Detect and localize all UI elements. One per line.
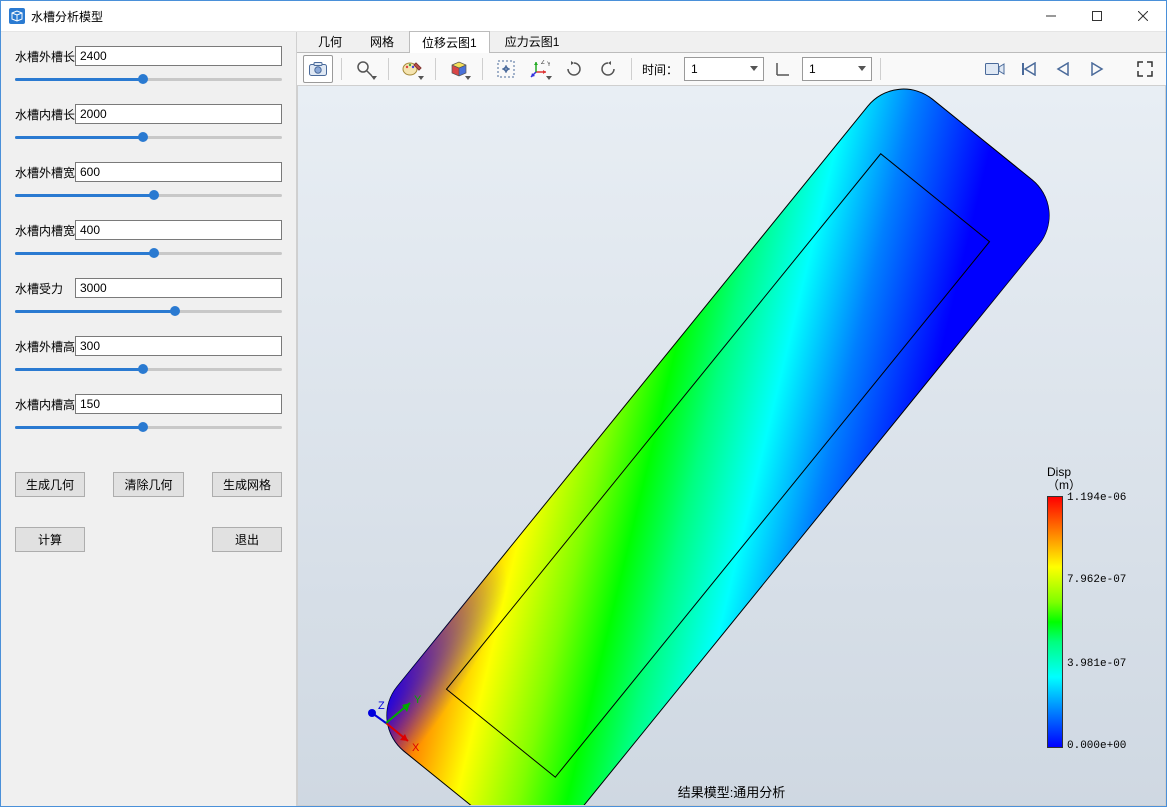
minimize-button[interactable] <box>1028 1 1074 31</box>
param-label: 水槽外槽长 <box>15 48 75 65</box>
generate-mesh-button[interactable]: 生成网格 <box>212 472 282 497</box>
legend-title: Disp （m） <box>1047 466 1147 492</box>
param-slider[interactable] <box>15 246 282 260</box>
titlebar: 水槽分析模型 <box>1 1 1166 32</box>
param-input[interactable] <box>75 336 282 356</box>
color-cube-icon[interactable] <box>444 55 474 83</box>
parameter-panel: 水槽外槽长水槽内槽长水槽外槽宽水槽内槽宽水槽受力水槽外槽高水槽内槽高 生成几何 … <box>1 32 297 806</box>
param-slider[interactable] <box>15 420 282 434</box>
color-legend: Disp （m） 1.194e-06 7.962e-07 3.981e-07 0… <box>1047 466 1147 748</box>
param-input[interactable] <box>75 162 282 182</box>
param-input[interactable] <box>75 278 282 298</box>
param-slider[interactable] <box>15 304 282 318</box>
generate-geometry-button[interactable]: 生成几何 <box>15 472 85 497</box>
legend-tick: 1.194e-06 <box>1067 492 1126 504</box>
maximize-button[interactable] <box>1074 1 1120 31</box>
viewport-caption: 结果模型:通用分析 <box>298 782 1165 801</box>
legend-colorbar <box>1047 496 1063 748</box>
3d-viewport[interactable]: X Y Z Disp （m） 1.194e-06 7.962e-07 <box>297 86 1166 806</box>
exit-button[interactable]: 退出 <box>212 527 282 552</box>
app-window: 水槽分析模型 水槽外槽长水槽内槽长水槽外槽宽水槽内槽宽水槽受力水槽外槽高水槽内槽… <box>0 0 1167 807</box>
close-button[interactable] <box>1120 1 1166 31</box>
param-label: 水槽内槽高 <box>15 396 75 413</box>
param-input[interactable] <box>75 104 282 124</box>
param-slider[interactable] <box>15 188 282 202</box>
param-group: 水槽外槽高 <box>15 336 282 376</box>
step-back-icon[interactable] <box>1048 55 1078 83</box>
rotate-ccw-icon[interactable] <box>593 55 623 83</box>
tab[interactable]: 位移云图1 <box>409 31 490 53</box>
param-group: 水槽内槽长 <box>15 104 282 144</box>
svg-text:Y: Y <box>414 694 422 706</box>
svg-text:Z: Z <box>378 700 385 712</box>
param-label: 水槽内槽长 <box>15 106 75 123</box>
param-slider[interactable] <box>15 72 282 86</box>
play-icon[interactable] <box>1082 55 1112 83</box>
legend-tick: 0.000e+00 <box>1067 740 1126 752</box>
param-group: 水槽内槽宽 <box>15 220 282 260</box>
param-group: 水槽外槽长 <box>15 46 282 86</box>
param-label: 水槽受力 <box>15 280 75 297</box>
expand-icon[interactable] <box>1130 55 1160 83</box>
svg-text:X: X <box>412 742 420 754</box>
view-toolbar: YZ 时间： 1 1 <box>297 53 1166 86</box>
param-label: 水槽外槽宽 <box>15 164 75 181</box>
record-icon[interactable] <box>980 55 1010 83</box>
clear-geometry-button[interactable]: 清除几何 <box>113 472 183 497</box>
param-group: 水槽受力 <box>15 278 282 318</box>
param-label: 水槽外槽高 <box>15 338 75 355</box>
axes-icon[interactable]: YZ <box>525 55 555 83</box>
param-group: 水槽内槽高 <box>15 394 282 434</box>
palette-brush-icon[interactable] <box>397 55 427 83</box>
snapshot-icon[interactable] <box>303 55 333 83</box>
tab[interactable]: 几何 <box>305 30 355 52</box>
compute-button[interactable]: 计算 <box>15 527 85 552</box>
angle-icon[interactable] <box>768 55 798 83</box>
legend-tick: 7.962e-07 <box>1067 574 1126 586</box>
fit-view-icon[interactable] <box>491 55 521 83</box>
param-slider[interactable] <box>15 130 282 144</box>
time-select[interactable]: 1 <box>684 57 764 81</box>
param-input[interactable] <box>75 46 282 66</box>
svg-text:Z: Z <box>541 60 545 66</box>
legend-tick: 3.981e-07 <box>1067 658 1126 670</box>
param-input[interactable] <box>75 394 282 414</box>
svg-text:Y: Y <box>547 62 550 68</box>
tab[interactable]: 应力云图1 <box>492 30 573 52</box>
view-tabs: 几何网格位移云图1应力云图1 <box>297 32 1166 53</box>
param-label: 水槽内槽宽 <box>15 222 75 239</box>
app-icon <box>9 8 25 24</box>
rotate-cw-icon[interactable] <box>559 55 589 83</box>
frame-select[interactable]: 1 <box>802 57 872 81</box>
orientation-triad: X Y Z <box>366 675 446 755</box>
window-title: 水槽分析模型 <box>31 8 103 25</box>
tab[interactable]: 网格 <box>357 30 407 52</box>
skip-first-icon[interactable] <box>1014 55 1044 83</box>
param-input[interactable] <box>75 220 282 240</box>
time-label: 时间： <box>642 61 678 78</box>
zoom-icon[interactable] <box>350 55 380 83</box>
param-group: 水槽外槽宽 <box>15 162 282 202</box>
param-slider[interactable] <box>15 362 282 376</box>
